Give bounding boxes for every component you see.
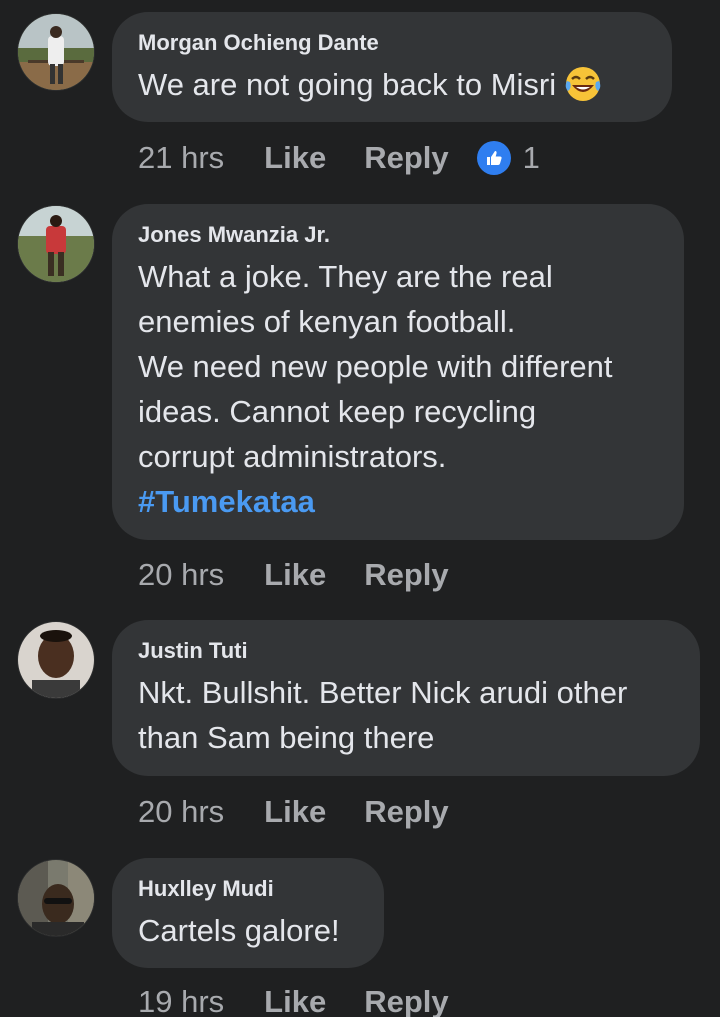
comment-timestamp[interactable]: 20 hrs — [138, 792, 224, 832]
like-button[interactable]: Like — [264, 982, 326, 1017]
reaction-count[interactable]: 1 — [523, 138, 540, 178]
like-button[interactable]: Like — [264, 555, 326, 595]
comments-thread: Morgan Ochieng Dante We are not going ba… — [0, 0, 720, 1017]
comment-line: We need new people with different — [138, 349, 613, 384]
reply-button[interactable]: Reply — [364, 138, 448, 178]
comment-timestamp[interactable]: 20 hrs — [138, 555, 224, 595]
comment-actions: 21 hrs Like Reply 1 — [138, 138, 540, 178]
comment-text: Cartels galore! — [138, 908, 358, 953]
comment-line: We are not going back to Misri — [138, 67, 557, 102]
comment-line: corrupt administrators. — [138, 439, 447, 474]
like-reaction-icon[interactable] — [476, 141, 511, 175]
like-button[interactable]: Like — [264, 792, 326, 832]
avatar[interactable] — [18, 622, 94, 698]
avatar[interactable] — [18, 14, 94, 90]
laughing-tears-emoji-icon — [564, 65, 602, 103]
reply-button[interactable]: Reply — [364, 982, 448, 1017]
comment-author[interactable]: Morgan Ochieng Dante — [138, 30, 646, 56]
reply-button[interactable]: Reply — [364, 555, 448, 595]
comment-actions: 19 hrs Like Reply — [138, 982, 487, 1017]
comment-text: Nkt. Bullshit. Better Nick arudi other t… — [138, 670, 674, 760]
avatar[interactable] — [18, 206, 94, 282]
comment-author[interactable]: Jones Mwanzia Jr. — [138, 222, 658, 248]
comment-line: What a joke. They are the real — [138, 259, 553, 294]
avatar[interactable] — [18, 860, 94, 936]
avatar-photo-icon — [18, 14, 94, 90]
comment-line: ideas. Cannot keep recycling — [138, 394, 537, 429]
comment-text: What a joke. They are the real enemies o… — [138, 254, 658, 524]
comment-bubble[interactable]: Jones Mwanzia Jr. What a joke. They are … — [112, 204, 684, 540]
comment-line: Cartels galore! — [138, 913, 340, 948]
like-button[interactable]: Like — [264, 138, 326, 178]
comment-actions: 20 hrs Like Reply — [138, 555, 487, 595]
avatar-photo-icon — [18, 206, 94, 282]
comment-line: enemies of kenyan football. — [138, 304, 516, 339]
hashtag-link[interactable]: #Tumekataa — [138, 479, 658, 524]
comment-actions: 20 hrs Like Reply — [138, 792, 487, 832]
avatar-photo-icon — [18, 622, 94, 698]
comment-text: We are not going back to Misri — [138, 62, 646, 107]
comment-timestamp[interactable]: 19 hrs — [138, 982, 224, 1017]
comment-line: than Sam being there — [138, 720, 435, 755]
reply-button[interactable]: Reply — [364, 792, 448, 832]
comment-author[interactable]: Justin Tuti — [138, 638, 674, 664]
comment-timestamp[interactable]: 21 hrs — [138, 138, 224, 178]
comment-bubble[interactable]: Huxlley Mudi Cartels galore! — [112, 858, 384, 968]
comment-author[interactable]: Huxlley Mudi — [138, 876, 358, 902]
comment-bubble[interactable]: Morgan Ochieng Dante We are not going ba… — [112, 12, 672, 122]
comment-line: Nkt. Bullshit. Better Nick arudi other — [138, 675, 628, 710]
avatar-photo-icon — [18, 860, 94, 936]
comment-bubble[interactable]: Justin Tuti Nkt. Bullshit. Better Nick a… — [112, 620, 700, 776]
